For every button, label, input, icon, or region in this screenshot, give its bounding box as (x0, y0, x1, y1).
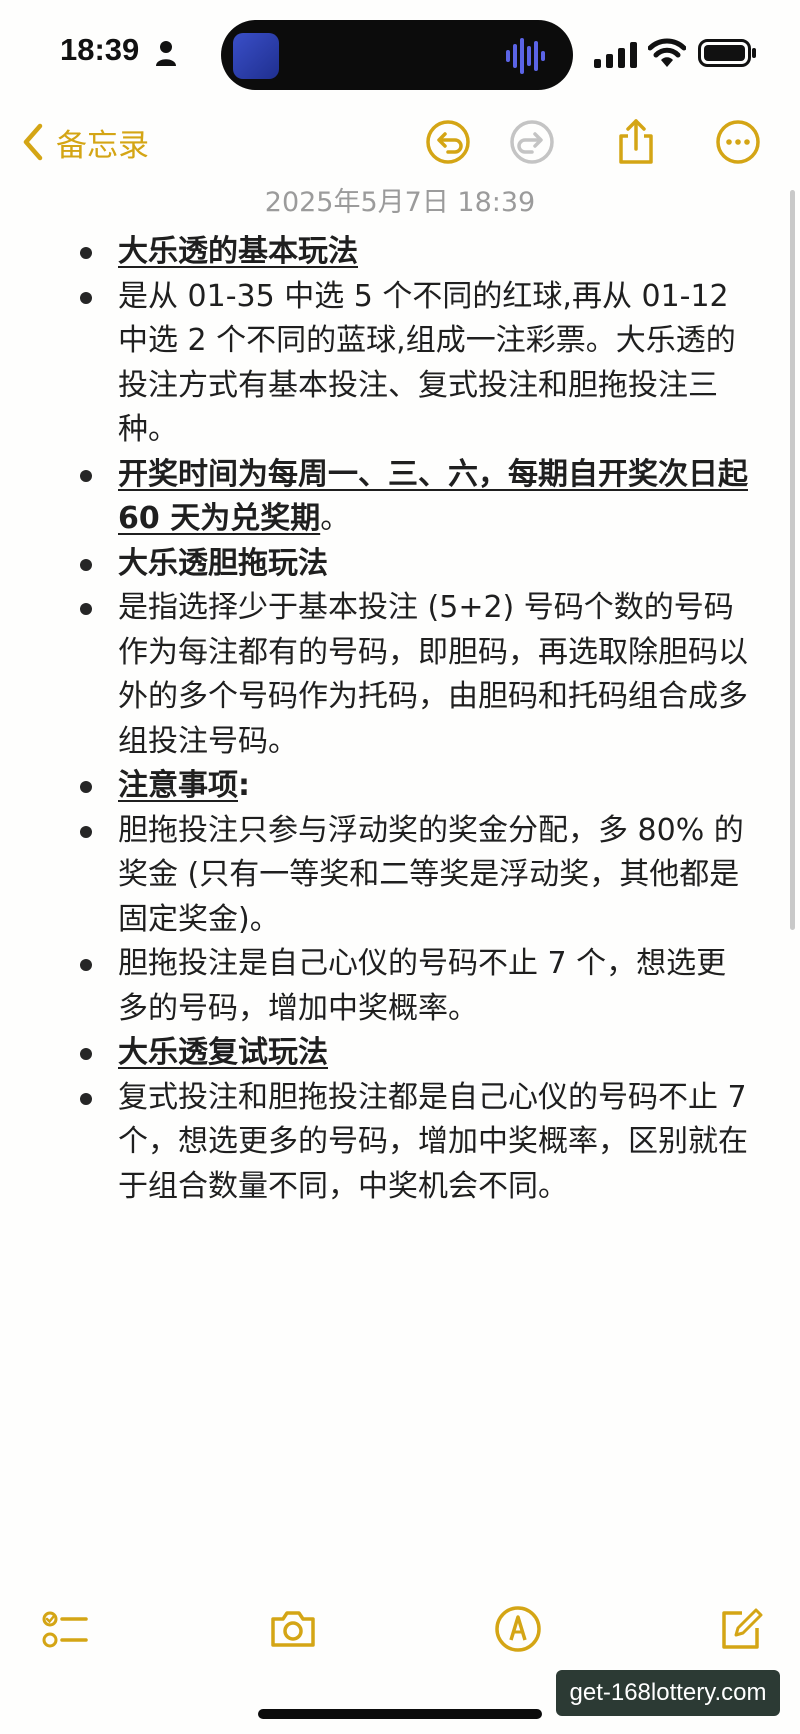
bullet-icon (80, 603, 92, 615)
note-date: 2025年5月7日 18:39 (264, 187, 536, 218)
status-time: 18:39 (60, 32, 140, 67)
bullet-icon (80, 247, 92, 259)
watermark-label: get-168lottery.com (556, 1670, 780, 1716)
markup-pen-icon[interactable] (493, 1604, 543, 1654)
person-icon (156, 41, 176, 66)
item-text: 是指选择少于基本投注 (5+2) 号码个数的号码作为每注都有的号码，即胆码，再选… (118, 590, 748, 759)
list-item: 是指选择少于基本投注 (5+2) 号码个数的号码作为每注都有的号码，即胆码，再选… (80, 586, 750, 764)
section-heading: 开奖时间为每周一、三、六，每期自开奖次日起 60 天为兑奖期 (118, 456, 748, 537)
chevron-left-icon (23, 123, 43, 161)
scroll-indicator[interactable] (790, 190, 795, 930)
item-text: 。 (320, 501, 351, 536)
bullet-icon (80, 291, 92, 304)
bullet-icon (80, 558, 92, 571)
signal-icon (594, 42, 637, 68)
dynamic-island[interactable] (221, 20, 573, 90)
item-text: 胆拖投注只参与浮动奖的奖金分配，多 80% 的奖金 (只有一等奖和二等奖是浮动奖… (118, 812, 744, 937)
list-item: 注意事项: (80, 764, 750, 809)
item-text: 复式投注和胆拖投注都是自己心仪的号码不止 7 个，想选更多的号码，增加中奖概率，… (118, 1079, 748, 1204)
more-icon[interactable] (714, 118, 762, 166)
camera-icon[interactable] (268, 1604, 318, 1654)
notes-screen: 18:39 备忘录 2025年5月7日 18:39 大乐透的基本玩法 是从 01… (0, 0, 800, 1734)
list-item: 复式投注和胆拖投注都是自己心仪的号码不止 7 个，想选更多的号码，增加中奖概率，… (80, 1076, 750, 1210)
list-item: 是从 01-35 中选 5 个不同的红球,再从 01-12 中选 2 个不同的蓝… (80, 275, 750, 453)
list-item: 胆拖投注只参与浮动奖的奖金分配，多 80% 的奖金 (只有一等奖和二等奖是浮动奖… (80, 809, 750, 943)
list-item: 大乐透的基本玩法 (80, 230, 750, 275)
bullet-icon (80, 469, 92, 482)
list-item: 开奖时间为每周一、三、六，每期自开奖次日起 60 天为兑奖期。 (80, 453, 750, 542)
item-text: 胆拖投注是自己心仪的号码不止 7 个，想选更多的号码，增加中奖概率。 (118, 946, 727, 1026)
battery-icon (698, 39, 756, 67)
section-heading: 注意事项 (118, 768, 238, 803)
item-text: : (238, 768, 250, 803)
share-icon[interactable] (612, 118, 660, 166)
bullet-icon (80, 825, 92, 838)
now-playing-artwork-icon (233, 33, 279, 79)
audio-wave-icon (506, 38, 545, 74)
item-text: 是从 01-35 中选 5 个不同的红球,再从 01-12 中选 2 个不同的蓝… (118, 278, 736, 448)
undo-icon[interactable] (424, 118, 472, 166)
compose-icon[interactable] (716, 1604, 766, 1654)
list-item: 大乐透复试玩法 (80, 1031, 750, 1076)
list-item: 胆拖投注是自己心仪的号码不止 7 个，想选更多的号码，增加中奖概率。 (80, 942, 750, 1031)
redo-icon[interactable] (508, 118, 556, 166)
bullet-icon (80, 1048, 92, 1060)
list-item: 大乐透胆拖玩法 (80, 542, 750, 587)
wifi-icon (648, 38, 686, 67)
back-button[interactable]: 备忘录 (22, 118, 149, 166)
back-label: 备忘录 (56, 127, 149, 164)
home-indicator[interactable] (258, 1709, 542, 1719)
section-heading: 大乐透复试玩法 (118, 1035, 328, 1070)
bullet-icon (80, 781, 92, 793)
bullet-icon (80, 1092, 92, 1105)
checklist-icon[interactable] (40, 1604, 90, 1654)
note-body[interactable]: 大乐透的基本玩法 是从 01-35 中选 5 个不同的红球,再从 01-12 中… (80, 230, 750, 1210)
section-heading: 大乐透的基本玩法 (118, 234, 358, 269)
item-text: 大乐透胆拖玩法 (118, 545, 328, 581)
bullet-icon (80, 959, 92, 971)
